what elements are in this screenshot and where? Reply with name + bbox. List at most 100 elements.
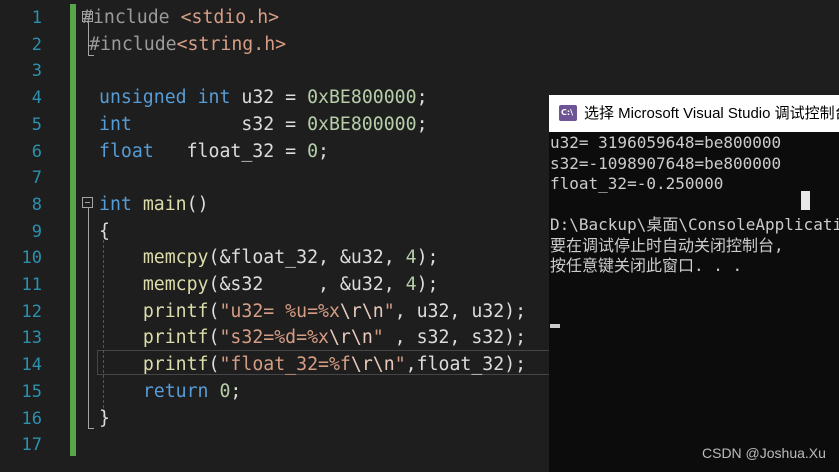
code-token: ( — [208, 354, 220, 376]
console-cursor — [550, 324, 560, 328]
code-line[interactable]: float float_32 = 0; — [99, 139, 329, 166]
code-token: ( — [208, 300, 220, 322]
code-line[interactable]: int s32 = 0xBE800000; — [99, 112, 428, 139]
line-number: 15 — [21, 381, 42, 402]
code-token: (&float_32, &u32, — [208, 247, 406, 269]
code-line[interactable]: printf("float_32=%f\r\n",float_32); — [99, 352, 526, 379]
change-tracking-bar — [70, 4, 76, 456]
line-number: 8 — [31, 194, 42, 215]
code-token: 4 — [405, 274, 417, 295]
console-icon-label: C:\ — [561, 108, 573, 117]
line-number-gutter: 1 2 3 4 5 6 7 8 9 10 11 12 13 14 15 16 17 — [0, 0, 70, 472]
code-line[interactable]: printf("u32= %u=%x\r\n", u32, u32); — [99, 299, 526, 326]
code-token: ; — [318, 140, 329, 162]
console-title-bar[interactable]: C:\ 选择 Microsoft Visual Studio 调试控制台 — [549, 95, 839, 132]
code-token: ( — [208, 327, 220, 349]
code-token: } — [99, 407, 110, 429]
line-number: 2 — [31, 34, 42, 55]
code-token: () — [186, 193, 209, 215]
code-token: memcpy — [142, 247, 209, 269]
code-token: \r\n — [339, 300, 384, 322]
code-token: unsigned — [99, 87, 198, 109]
code-token: <string.h> — [176, 33, 287, 55]
code-token: main — [142, 193, 187, 215]
code-token: ); — [416, 247, 439, 269]
code-token: float — [99, 140, 154, 162]
code-line[interactable]: { — [99, 219, 110, 246]
code-token: ; — [230, 380, 242, 402]
code-token: 0xBE800000 — [307, 87, 417, 109]
code-token: #include — [82, 7, 181, 28]
line-number: 10 — [21, 248, 42, 269]
code-line[interactable]: int main() — [99, 192, 209, 219]
line-number: 9 — [31, 221, 42, 242]
code-line[interactable]: printf("s32=%d=%x\r\n" , s32, s32); — [99, 325, 526, 352]
console-title: 选择 Microsoft Visual Studio 调试控制台 — [584, 105, 839, 122]
code-token: ; — [416, 87, 428, 109]
code-token: float_32 = — [153, 140, 308, 162]
code-line[interactable]: #include<string.h> — [89, 32, 286, 59]
fold-guide-main — [88, 208, 89, 428]
code-token: { — [99, 220, 110, 242]
code-token: , u32, u32); — [394, 300, 527, 322]
line-number: 17 — [21, 435, 42, 456]
code-token: ; — [416, 113, 428, 135]
code-token: printf — [142, 327, 209, 349]
console-output-line: s32=-1098907648=be800000 — [550, 153, 782, 173]
console-scrollbar-thumb[interactable] — [801, 191, 810, 210]
code-token: \r\n — [350, 354, 395, 376]
console-output-line: 按任意键关闭此窗口. . . — [550, 256, 743, 275]
code-token: int — [99, 113, 132, 135]
line-number: 6 — [31, 141, 42, 162]
code-token: 0 — [219, 380, 231, 402]
code-line[interactable]: return 0; — [99, 379, 242, 406]
code-token: 0xBE800000 — [307, 113, 417, 135]
collapse-main-function-icon[interactable] — [82, 197, 93, 208]
watermark: CSDN @Joshua.Xu — [702, 445, 826, 461]
code-token: \r\n — [328, 327, 373, 349]
code-token: ,float_32); — [405, 354, 527, 376]
code-token: (&s32 , &u32, — [208, 274, 406, 295]
code-token: return — [142, 380, 220, 402]
code-line[interactable]: } — [99, 406, 110, 433]
code-token: <stdio.h> — [180, 7, 280, 28]
code-line[interactable]: memcpy(&float_32, &u32, 4); — [99, 245, 439, 272]
code-line[interactable]: unsigned int u32 = 0xBE800000; — [99, 85, 428, 112]
code-line[interactable]: #include <stdio.h> — [82, 5, 279, 32]
console-output-line: u32= 3196059648=be800000 — [550, 133, 782, 152]
code-token: , s32, s32); — [383, 327, 527, 349]
code-token: "s32=%d=%x — [219, 327, 329, 349]
line-number: 11 — [21, 275, 42, 295]
console-app-icon: C:\ — [559, 105, 577, 121]
code-token: printf — [142, 354, 209, 376]
code-token: 4 — [405, 247, 417, 269]
line-number: 4 — [31, 88, 42, 109]
code-token: printf — [142, 300, 209, 322]
code-token: u32 = — [241, 87, 308, 109]
debug-console-window[interactable]: C:\ 选择 Microsoft Visual Studio 调试控制台 u32… — [549, 95, 839, 472]
code-line[interactable]: memcpy(&s32 , &u32, 4); — [99, 272, 439, 299]
code-token: "u32= %u=%x — [219, 300, 340, 322]
console-output-line: 要在调试停止时自动关闭控制台, — [550, 235, 784, 255]
line-number: 16 — [21, 408, 42, 429]
line-number: 12 — [21, 301, 42, 322]
console-output-line: D:\Backup\桌面\ConsoleApplication — [550, 215, 839, 234]
code-token: " — [383, 300, 395, 322]
code-token: "float_32=%f — [219, 354, 351, 376]
line-number: 7 — [31, 168, 42, 189]
code-token: int — [197, 87, 242, 109]
code-token: " — [372, 327, 384, 349]
console-output-line: float_32=-0.250000 — [550, 174, 724, 193]
line-number: 13 — [21, 328, 42, 349]
fold-end-main — [88, 428, 94, 429]
line-number: 1 — [31, 8, 42, 28]
code-token: #include — [89, 33, 177, 55]
code-token: memcpy — [142, 274, 209, 295]
code-token: 0 — [307, 140, 319, 162]
